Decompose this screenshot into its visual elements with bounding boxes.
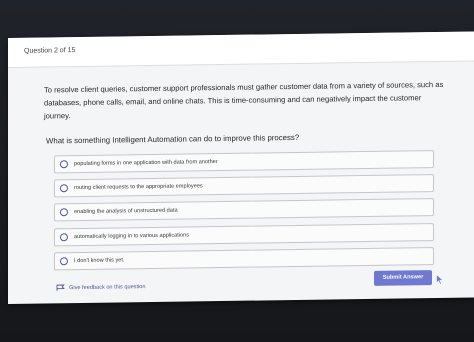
question-header: Question 2 of 15 [8, 31, 474, 69]
monitor-background: Question 2 of 15 To resolve client queri… [0, 0, 474, 342]
mouse-pointer-icon [436, 273, 444, 285]
question-prompt: To resolve client queries, customer supp… [44, 79, 444, 121]
answer-option-5[interactable]: I don't know this yet. [54, 247, 434, 271]
answer-option-label: I don't know this yet. [74, 257, 125, 265]
submit-answer-button[interactable]: Submit Answer [374, 270, 432, 286]
answer-option-3[interactable]: enabling the analysis of unstructured da… [54, 198, 434, 222]
answer-option-1[interactable]: populating forms in one application with… [54, 150, 434, 174]
radio-button[interactable] [60, 208, 68, 217]
radio-button[interactable] [60, 233, 68, 242]
answer-option-label: automatically logging in to various appl… [74, 232, 190, 241]
radio-button[interactable] [60, 160, 68, 169]
question-counter: Question 2 of 15 [24, 47, 76, 55]
answer-option-label: populating forms in one application with… [74, 159, 218, 168]
feedback-flag-icon [56, 284, 65, 291]
give-feedback-link[interactable]: Give feedback on this question [56, 283, 146, 291]
question-text: What is something Intelligent Automation… [46, 132, 300, 146]
radio-button[interactable] [60, 257, 68, 266]
answer-option-label: enabling the analysis of unstructured da… [74, 207, 178, 216]
give-feedback-label: Give feedback on this question [69, 283, 146, 291]
answer-option-4[interactable]: automatically logging in to various appl… [54, 223, 434, 247]
answer-option-label: routing client requests to the appropria… [74, 183, 203, 192]
quiz-screen: Question 2 of 15 To resolve client queri… [8, 31, 474, 305]
answer-option-2[interactable]: routing client requests to the appropria… [54, 174, 434, 198]
radio-button[interactable] [60, 184, 68, 193]
